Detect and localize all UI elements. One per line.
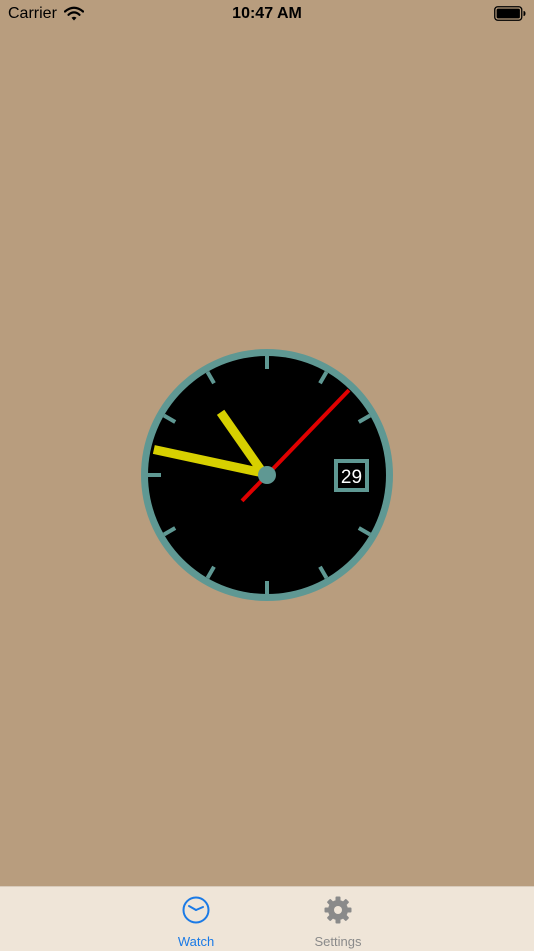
- tab-settings[interactable]: Settings: [293, 887, 383, 951]
- analog-watch: 29: [137, 345, 397, 605]
- watch-face: 29: [141, 349, 393, 601]
- tab-bar: Watch Settings: [0, 886, 534, 951]
- center-cap: [258, 466, 276, 484]
- gear-icon: [324, 896, 352, 924]
- tab-settings-label: Settings: [314, 934, 362, 949]
- tab-watch[interactable]: Watch: [151, 887, 241, 951]
- tab-watch-label: Watch: [177, 934, 215, 949]
- status-time: 10:47 AM: [232, 5, 302, 22]
- battery-icon: [494, 6, 526, 21]
- date-text: 29: [341, 467, 362, 488]
- clock-icon: [182, 896, 210, 924]
- status-bar: Carrier 10:47 AM: [0, 0, 534, 28]
